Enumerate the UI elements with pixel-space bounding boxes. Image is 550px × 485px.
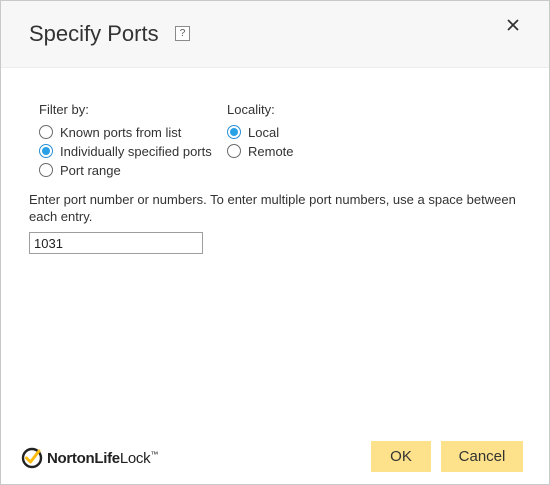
help-icon[interactable]: ? [175, 26, 190, 41]
radio-label: Local [248, 124, 280, 140]
radio-remote[interactable]: Remote [227, 143, 294, 159]
radio-label: Individually specified ports [60, 143, 212, 159]
radio-button-selected[interactable] [39, 144, 53, 158]
radio-local[interactable]: Local [227, 124, 279, 140]
brand-name-regular: Lock [119, 449, 151, 467]
brand-name-bold: NortonLife [47, 449, 120, 467]
radio-button-selected[interactable] [227, 125, 241, 139]
radio-button[interactable] [39, 163, 53, 177]
radio-individual-ports[interactable]: Individually specified ports [39, 143, 212, 159]
specify-ports-dialog: Specify Ports ? Filter by: Known ports f… [0, 0, 550, 485]
cancel-button[interactable]: Cancel [441, 441, 523, 472]
brand-name: NortonLifeLock™ [47, 450, 158, 467]
brand-trademark: ™ [150, 449, 159, 459]
port-number-input[interactable] [29, 232, 203, 254]
radio-button[interactable] [39, 125, 53, 139]
radio-label: Port range [60, 162, 121, 178]
radio-port-range[interactable]: Port range [39, 162, 121, 178]
port-instructions: Enter port number or numbers. To enter m… [29, 192, 516, 224]
dialog-header: Specify Ports ? [1, 1, 549, 68]
close-icon[interactable] [503, 15, 523, 35]
radio-label: Remote [248, 143, 294, 159]
ok-button[interactable]: OK [371, 441, 431, 472]
radio-known-ports[interactable]: Known ports from list [39, 124, 181, 140]
radio-button[interactable] [227, 144, 241, 158]
nortonlifelock-logo: NortonLifeLock™ [21, 446, 158, 470]
filter-by-label: Filter by: [39, 102, 89, 117]
dialog-title: Specify Ports [29, 21, 159, 46]
norton-check-icon [21, 447, 43, 469]
radio-label: Known ports from list [60, 124, 182, 140]
locality-label: Locality: [227, 102, 275, 117]
